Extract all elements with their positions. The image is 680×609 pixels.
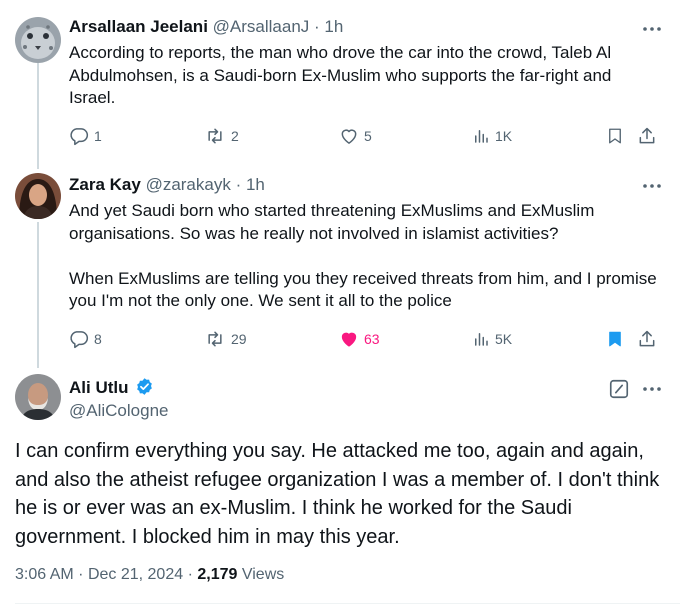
author-name[interactable]: Ali Utlu [69,378,129,397]
like-button[interactable]: 63 [339,327,380,351]
views-label: Views [241,566,285,583]
analytics-icon [475,130,488,143]
bookmark-button[interactable] [606,327,624,351]
share-icon [639,127,655,144]
author-name[interactable]: Zara Kay [69,175,141,194]
author-handle[interactable]: @ArsallaanJ [213,17,310,36]
main-tweet-text: I can confirm everything you say. He att… [15,440,660,548]
repost-icon [208,128,222,144]
divider [15,603,680,604]
thread-line [37,63,39,169]
tweet-header: Arsallaan Jeelani @ArsallaanJ · 1h [69,16,343,38]
reply-count: 1 [94,128,102,144]
analytics-icon [475,333,488,346]
grok-icon[interactable] [608,378,630,400]
like-count: 63 [364,331,380,347]
tweet-paragraph: According to reports, the man who drove … [69,43,612,107]
author-handle[interactable]: @AliCologne [69,401,168,420]
heart-icon [341,129,357,144]
action-bar: 8 29 63 5K [69,327,659,351]
more-options-icon[interactable] [640,21,664,37]
author-name[interactable]: Arsallaan Jeelani [69,17,208,36]
tweet-text: According to reports, the man who drove … [69,42,659,110]
author-handle[interactable]: @zarakayk [146,175,231,194]
tweet-text: And yet Saudi born who started threateni… [69,200,659,313]
post-time[interactable]: 3:06 AM [15,566,74,583]
reply-button[interactable]: 1 [69,124,102,148]
like-count: 5 [364,128,372,144]
share-button[interactable] [637,327,657,351]
reply-button[interactable]: 8 [69,327,102,351]
action-bar: 1 2 5 1K [69,124,659,148]
repost-count: 29 [231,331,247,347]
avatar-arsallaan[interactable] [15,17,61,63]
bookmark-filled-icon [609,331,621,347]
main-tweet-header: Ali Utlu [69,377,154,399]
bookmark-icon [609,128,621,144]
verified-badge-icon [137,378,153,395]
repost-count: 2 [231,128,239,144]
post-time[interactable]: · 1h [314,17,343,36]
thread-line [37,222,39,368]
bookmark-button[interactable] [606,124,624,148]
like-button[interactable]: 5 [339,124,372,148]
more-options-icon[interactable] [640,178,664,194]
tweet-paragraph: When ExMuslims are telling you they rece… [69,268,657,311]
more-options-icon[interactable] [640,381,664,397]
separator: · [78,566,88,583]
share-icon [639,330,655,347]
post-time[interactable]: · 1h [236,175,265,194]
reply-icon [70,331,89,349]
reply-icon [70,128,89,146]
repost-button[interactable]: 29 [204,327,247,351]
timestamp-row: 3:06 AM · Dec 21, 2024 · 2,179 Views [15,566,284,584]
repost-button[interactable]: 2 [204,124,239,148]
heart-filled-icon [341,332,357,347]
tweet-header: Zara Kay @zarakayk · 1h [69,174,265,196]
tweet-paragraph: And yet Saudi born who started threateni… [69,201,595,243]
main-tweet-handle-row: @AliCologne [69,400,168,422]
views-button[interactable]: 1K [472,124,512,148]
separator: · [187,566,198,583]
post-date[interactable]: Dec 21, 2024 [88,566,183,583]
views-count: 2,179 [197,566,238,583]
views-button[interactable]: 5K [472,327,512,351]
avatar-ali[interactable] [15,374,61,420]
view-count: 5K [495,331,513,347]
reply-count: 8 [94,331,102,347]
repost-icon [208,331,222,347]
avatar-zara[interactable] [15,173,61,219]
view-count: 1K [495,128,513,144]
share-button[interactable] [637,124,657,148]
